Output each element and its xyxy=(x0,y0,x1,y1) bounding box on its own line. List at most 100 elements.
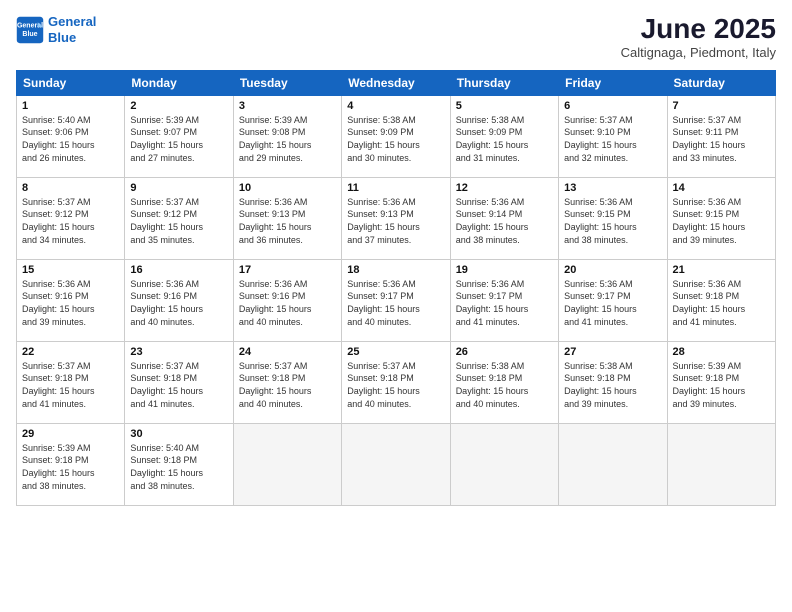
day-info: Sunrise: 5:36 AMSunset: 9:14 PMDaylight:… xyxy=(456,196,553,246)
header-right: June 2025 Caltignaga, Piedmont, Italy xyxy=(621,14,776,60)
calendar-day: 24 Sunrise: 5:37 AMSunset: 9:18 PMDaylig… xyxy=(233,341,341,423)
calendar: SundayMondayTuesdayWednesdayThursdayFrid… xyxy=(16,70,776,506)
calendar-day: 4 Sunrise: 5:38 AMSunset: 9:09 PMDayligh… xyxy=(342,95,450,177)
day-info: Sunrise: 5:37 AMSunset: 9:12 PMDaylight:… xyxy=(130,196,227,246)
day-number: 2 xyxy=(130,100,227,112)
calendar-day: 20 Sunrise: 5:36 AMSunset: 9:17 PMDaylig… xyxy=(559,259,667,341)
calendar-day: 21 Sunrise: 5:36 AMSunset: 9:18 PMDaylig… xyxy=(667,259,775,341)
calendar-day xyxy=(450,423,558,505)
day-info: Sunrise: 5:37 AMSunset: 9:18 PMDaylight:… xyxy=(347,360,444,410)
day-number: 9 xyxy=(130,182,227,194)
calendar-day: 23 Sunrise: 5:37 AMSunset: 9:18 PMDaylig… xyxy=(125,341,233,423)
calendar-day: 17 Sunrise: 5:36 AMSunset: 9:16 PMDaylig… xyxy=(233,259,341,341)
day-info: Sunrise: 5:38 AMSunset: 9:09 PMDaylight:… xyxy=(456,114,553,164)
day-number: 17 xyxy=(239,264,336,276)
day-number: 21 xyxy=(673,264,770,276)
day-info: Sunrise: 5:37 AMSunset: 9:18 PMDaylight:… xyxy=(239,360,336,410)
day-number: 28 xyxy=(673,346,770,358)
day-number: 26 xyxy=(456,346,553,358)
weekday-header: Sunday xyxy=(17,70,125,95)
calendar-week-row: 22 Sunrise: 5:37 AMSunset: 9:18 PMDaylig… xyxy=(17,341,776,423)
calendar-day: 6 Sunrise: 5:37 AMSunset: 9:10 PMDayligh… xyxy=(559,95,667,177)
weekday-header: Thursday xyxy=(450,70,558,95)
day-number: 12 xyxy=(456,182,553,194)
calendar-body: 1 Sunrise: 5:40 AMSunset: 9:06 PMDayligh… xyxy=(17,95,776,505)
calendar-header-row: SundayMondayTuesdayWednesdayThursdayFrid… xyxy=(17,70,776,95)
calendar-day: 9 Sunrise: 5:37 AMSunset: 9:12 PMDayligh… xyxy=(125,177,233,259)
day-info: Sunrise: 5:36 AMSunset: 9:16 PMDaylight:… xyxy=(239,278,336,328)
month-title: June 2025 xyxy=(621,14,776,45)
day-info: Sunrise: 5:38 AMSunset: 9:09 PMDaylight:… xyxy=(347,114,444,164)
day-number: 18 xyxy=(347,264,444,276)
day-info: Sunrise: 5:36 AMSunset: 9:16 PMDaylight:… xyxy=(130,278,227,328)
day-number: 7 xyxy=(673,100,770,112)
day-number: 19 xyxy=(456,264,553,276)
calendar-day: 13 Sunrise: 5:36 AMSunset: 9:15 PMDaylig… xyxy=(559,177,667,259)
day-number: 11 xyxy=(347,182,444,194)
day-info: Sunrise: 5:36 AMSunset: 9:13 PMDaylight:… xyxy=(347,196,444,246)
calendar-day: 19 Sunrise: 5:36 AMSunset: 9:17 PMDaylig… xyxy=(450,259,558,341)
day-number: 14 xyxy=(673,182,770,194)
day-info: Sunrise: 5:38 AMSunset: 9:18 PMDaylight:… xyxy=(564,360,661,410)
calendar-day: 16 Sunrise: 5:36 AMSunset: 9:16 PMDaylig… xyxy=(125,259,233,341)
day-info: Sunrise: 5:40 AMSunset: 9:18 PMDaylight:… xyxy=(130,442,227,492)
calendar-day xyxy=(233,423,341,505)
calendar-day: 5 Sunrise: 5:38 AMSunset: 9:09 PMDayligh… xyxy=(450,95,558,177)
day-number: 3 xyxy=(239,100,336,112)
calendar-day: 30 Sunrise: 5:40 AMSunset: 9:18 PMDaylig… xyxy=(125,423,233,505)
calendar-day xyxy=(667,423,775,505)
calendar-day: 26 Sunrise: 5:38 AMSunset: 9:18 PMDaylig… xyxy=(450,341,558,423)
weekday-header: Tuesday xyxy=(233,70,341,95)
day-info: Sunrise: 5:39 AMSunset: 9:07 PMDaylight:… xyxy=(130,114,227,164)
day-info: Sunrise: 5:37 AMSunset: 9:18 PMDaylight:… xyxy=(22,360,119,410)
day-info: Sunrise: 5:36 AMSunset: 9:17 PMDaylight:… xyxy=(564,278,661,328)
day-info: Sunrise: 5:36 AMSunset: 9:15 PMDaylight:… xyxy=(564,196,661,246)
day-number: 8 xyxy=(22,182,119,194)
day-number: 6 xyxy=(564,100,661,112)
day-info: Sunrise: 5:36 AMSunset: 9:13 PMDaylight:… xyxy=(239,196,336,246)
logo-text: General Blue xyxy=(48,14,96,45)
weekday-header: Wednesday xyxy=(342,70,450,95)
calendar-day: 28 Sunrise: 5:39 AMSunset: 9:18 PMDaylig… xyxy=(667,341,775,423)
day-info: Sunrise: 5:37 AMSunset: 9:10 PMDaylight:… xyxy=(564,114,661,164)
day-info: Sunrise: 5:36 AMSunset: 9:17 PMDaylight:… xyxy=(347,278,444,328)
svg-text:Blue: Blue xyxy=(22,31,37,38)
day-number: 20 xyxy=(564,264,661,276)
logo-icon: General Blue xyxy=(16,16,44,44)
day-info: Sunrise: 5:36 AMSunset: 9:18 PMDaylight:… xyxy=(673,278,770,328)
day-number: 15 xyxy=(22,264,119,276)
weekday-header: Friday xyxy=(559,70,667,95)
calendar-day xyxy=(559,423,667,505)
calendar-day: 8 Sunrise: 5:37 AMSunset: 9:12 PMDayligh… xyxy=(17,177,125,259)
calendar-day: 14 Sunrise: 5:36 AMSunset: 9:15 PMDaylig… xyxy=(667,177,775,259)
calendar-day: 10 Sunrise: 5:36 AMSunset: 9:13 PMDaylig… xyxy=(233,177,341,259)
calendar-day: 27 Sunrise: 5:38 AMSunset: 9:18 PMDaylig… xyxy=(559,341,667,423)
day-number: 27 xyxy=(564,346,661,358)
day-info: Sunrise: 5:39 AMSunset: 9:18 PMDaylight:… xyxy=(22,442,119,492)
calendar-day: 3 Sunrise: 5:39 AMSunset: 9:08 PMDayligh… xyxy=(233,95,341,177)
day-info: Sunrise: 5:39 AMSunset: 9:08 PMDaylight:… xyxy=(239,114,336,164)
day-info: Sunrise: 5:40 AMSunset: 9:06 PMDaylight:… xyxy=(22,114,119,164)
calendar-day: 25 Sunrise: 5:37 AMSunset: 9:18 PMDaylig… xyxy=(342,341,450,423)
calendar-day: 2 Sunrise: 5:39 AMSunset: 9:07 PMDayligh… xyxy=(125,95,233,177)
day-info: Sunrise: 5:37 AMSunset: 9:11 PMDaylight:… xyxy=(673,114,770,164)
day-info: Sunrise: 5:36 AMSunset: 9:17 PMDaylight:… xyxy=(456,278,553,328)
weekday-header: Monday xyxy=(125,70,233,95)
day-info: Sunrise: 5:37 AMSunset: 9:18 PMDaylight:… xyxy=(130,360,227,410)
calendar-day: 22 Sunrise: 5:37 AMSunset: 9:18 PMDaylig… xyxy=(17,341,125,423)
calendar-day: 29 Sunrise: 5:39 AMSunset: 9:18 PMDaylig… xyxy=(17,423,125,505)
day-info: Sunrise: 5:36 AMSunset: 9:16 PMDaylight:… xyxy=(22,278,119,328)
calendar-week-row: 29 Sunrise: 5:39 AMSunset: 9:18 PMDaylig… xyxy=(17,423,776,505)
day-info: Sunrise: 5:39 AMSunset: 9:18 PMDaylight:… xyxy=(673,360,770,410)
day-number: 25 xyxy=(347,346,444,358)
calendar-day: 7 Sunrise: 5:37 AMSunset: 9:11 PMDayligh… xyxy=(667,95,775,177)
day-number: 16 xyxy=(130,264,227,276)
top-section: General Blue General Blue June 2025 Calt… xyxy=(16,14,776,60)
calendar-day: 12 Sunrise: 5:36 AMSunset: 9:14 PMDaylig… xyxy=(450,177,558,259)
calendar-day: 1 Sunrise: 5:40 AMSunset: 9:06 PMDayligh… xyxy=(17,95,125,177)
calendar-week-row: 1 Sunrise: 5:40 AMSunset: 9:06 PMDayligh… xyxy=(17,95,776,177)
day-info: Sunrise: 5:38 AMSunset: 9:18 PMDaylight:… xyxy=(456,360,553,410)
weekday-header: Saturday xyxy=(667,70,775,95)
day-number: 10 xyxy=(239,182,336,194)
day-info: Sunrise: 5:37 AMSunset: 9:12 PMDaylight:… xyxy=(22,196,119,246)
